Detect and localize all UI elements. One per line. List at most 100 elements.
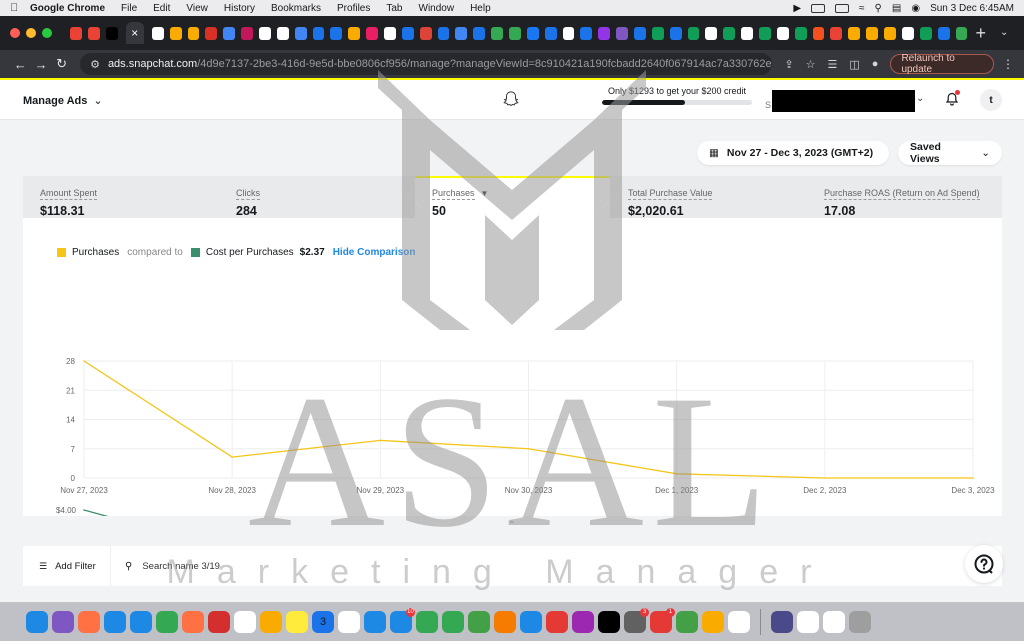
reload-icon[interactable]: ↻: [51, 56, 72, 72]
forward-icon[interactable]: →: [31, 57, 52, 72]
help-button[interactable]: [965, 545, 1003, 583]
menubar-edit[interactable]: Edit: [153, 3, 170, 14]
pinned-tab-favicon[interactable]: [741, 26, 754, 40]
dock-app-icon[interactable]: [771, 610, 793, 633]
address-bar[interactable]: ⚙ ads.snapchat.com /4d9e7137-2be3-416d-9…: [80, 53, 773, 75]
menubar-view[interactable]: View: [186, 3, 208, 14]
dock-app-icon[interactable]: [728, 610, 750, 633]
dock-app-icon[interactable]: [468, 610, 490, 633]
pinned-tab-favicon[interactable]: [294, 26, 307, 40]
pinned-tab-favicon[interactable]: [669, 26, 682, 40]
menubar-profiles[interactable]: Profiles: [337, 3, 370, 14]
pinned-tab-favicon[interactable]: [866, 26, 879, 40]
pinned-tab-favicon[interactable]: [937, 26, 950, 40]
performance-chart[interactable]: 0 7 14 21 28 Nov 27, 2023 Nov 28, 2023 Nov 29, …: [23, 218, 1002, 516]
siri-icon[interactable]: ◉: [911, 3, 920, 14]
pinned-tab-favicon[interactable]: [580, 26, 593, 40]
dock-app-icon[interactable]: [676, 610, 698, 633]
pinned-tab-favicon[interactable]: [776, 26, 789, 40]
dock-app-icon[interactable]: [416, 610, 438, 633]
pinned-tab-favicon[interactable]: [848, 26, 861, 40]
pinned-tab-favicon[interactable]: [455, 26, 468, 40]
pinned-tab-favicon[interactable]: [884, 26, 896, 40]
dock-app-icon[interactable]: [546, 610, 568, 633]
pinned-tab-favicon[interactable]: [258, 26, 271, 40]
pinned-tab-favicon[interactable]: [169, 26, 182, 40]
pinned-tab-favicon[interactable]: [634, 26, 646, 40]
metric-purchases[interactable]: Purchases ▼ 50: [415, 176, 610, 218]
pinned-tab-favicon[interactable]: [812, 26, 825, 40]
pinned-tab-favicon[interactable]: [723, 26, 736, 40]
metric-purchase-roas[interactable]: Purchase ROAS (Return on Ad Spend) 17.08: [824, 176, 994, 218]
back-icon[interactable]: ←: [10, 57, 31, 72]
wifi-icon[interactable]: ≈: [859, 3, 865, 14]
pinned-tab-favicon[interactable]: [348, 26, 361, 40]
pinned-tab-favicon[interactable]: [705, 26, 718, 40]
pinned-tab-favicon[interactable]: [616, 26, 629, 40]
dock-app-icon[interactable]: [130, 610, 152, 633]
menubar-bookmarks[interactable]: Bookmarks: [271, 3, 321, 14]
control-center-icon[interactable]: ▤: [892, 3, 901, 14]
pinned-tab-favicon[interactable]: [187, 26, 200, 40]
pinned-tab-favicon[interactable]: [151, 26, 164, 40]
dock-app-icon[interactable]: [797, 610, 819, 633]
dock-app-icon[interactable]: 10: [390, 607, 415, 633]
pinned-tab-favicon[interactable]: [544, 26, 557, 40]
dock-app-icon[interactable]: [104, 610, 126, 633]
metric-total-purchase-value[interactable]: Total Purchase Value $2,020.61: [628, 176, 808, 218]
battery-icon[interactable]: [811, 3, 826, 13]
pinned-tab-favicon[interactable]: [598, 26, 611, 40]
site-info-icon[interactable]: ⚙: [90, 58, 100, 71]
menubar-clock[interactable]: Sun 3 Dec 6:45AM: [930, 3, 1014, 14]
pinned-tab-favicon[interactable]: [241, 26, 253, 40]
pinned-tab-favicon[interactable]: [276, 26, 289, 40]
add-filter-button[interactable]: ☰ Add Filter: [23, 546, 111, 586]
pinned-tab-favicon[interactable]: [312, 26, 325, 40]
menubar-tab[interactable]: Tab: [386, 3, 402, 14]
pinned-tab-favicon[interactable]: [509, 26, 521, 40]
new-tab-icon[interactable]: +: [975, 23, 986, 44]
dock-app-icon[interactable]: [572, 610, 594, 633]
menubar-app-name[interactable]: Google Chrome: [30, 3, 105, 14]
pinned-tab-favicon[interactable]: [919, 26, 932, 40]
dock-app-icon[interactable]: [26, 610, 48, 633]
dock-app-icon[interactable]: 3: [624, 607, 649, 633]
dock-app-icon[interactable]: [520, 610, 542, 633]
pinned-tab-favicon[interactable]: [105, 26, 118, 40]
apple-icon[interactable]: : [10, 2, 24, 14]
dock-app-icon[interactable]: 1: [650, 607, 675, 633]
pinned-tab-favicon[interactable]: [223, 26, 236, 40]
caret-down-icon[interactable]: ▼: [481, 189, 489, 198]
pinned-tab-favicon[interactable]: [70, 26, 82, 40]
keyboard-icon[interactable]: [835, 3, 850, 13]
active-tab-close-icon[interactable]: ×: [125, 22, 144, 44]
pinned-tab-favicon[interactable]: [437, 26, 450, 40]
pinned-tab-favicon[interactable]: [330, 26, 343, 40]
dock-app-icon[interactable]: [286, 610, 308, 633]
dock-app-icon[interactable]: [156, 610, 178, 633]
dock-app-icon[interactable]: [78, 610, 100, 633]
menubar-window[interactable]: Window: [419, 3, 455, 14]
account-chevron-down-icon[interactable]: ⌄: [916, 93, 924, 104]
dock-app-icon[interactable]: 3: [312, 610, 334, 633]
metric-clicks[interactable]: Clicks 284: [236, 176, 416, 218]
reading-list-icon[interactable]: ☰: [828, 58, 838, 71]
dock-app-icon[interactable]: [849, 610, 871, 633]
pinned-tab-favicon[interactable]: [401, 26, 414, 40]
dock-app-icon[interactable]: [182, 610, 204, 633]
minimize-window-icon[interactable]: [26, 28, 36, 38]
search-input[interactable]: [142, 560, 343, 572]
menubar-history[interactable]: History: [224, 3, 255, 14]
pinned-tab-favicon[interactable]: [419, 26, 432, 40]
menubar-file[interactable]: File: [121, 3, 137, 14]
pinned-tab-favicon[interactable]: [794, 26, 807, 40]
dock-app-icon[interactable]: [598, 610, 620, 633]
date-range-button[interactable]: ▦ Nov 27 - Dec 3, 2023 (GMT+2): [697, 141, 889, 165]
avatar[interactable]: t: [980, 89, 1002, 111]
pinned-tab-favicon[interactable]: [205, 26, 218, 40]
dock-app-icon[interactable]: [338, 610, 360, 633]
dock-app-icon[interactable]: [823, 610, 845, 633]
pinned-tab-favicon[interactable]: [687, 26, 700, 40]
collapse-chart-chevron-icon[interactable]: ⌃: [498, 516, 526, 534]
play-icon[interactable]: ▶: [793, 3, 801, 14]
